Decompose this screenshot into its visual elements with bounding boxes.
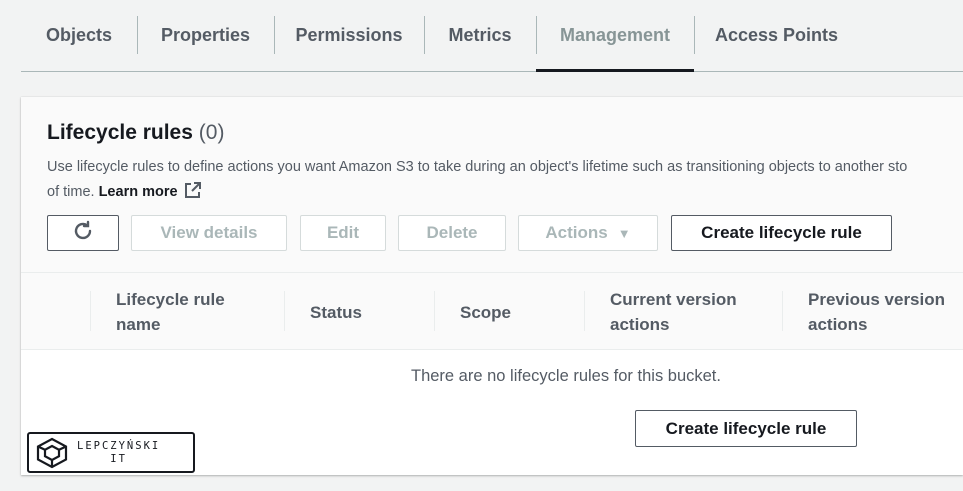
column-divider xyxy=(584,291,585,331)
column-divider xyxy=(90,291,91,331)
tab-label: Access Points xyxy=(714,25,839,45)
description-text: of time. xyxy=(47,184,95,200)
column-header-previous-version-actions[interactable]: Previous version actions xyxy=(808,273,963,351)
create-label: Create lifecycle rule xyxy=(665,418,827,438)
column-label: Previous version xyxy=(808,290,946,309)
description-line-1: Use lifecycle rules to define actions yo… xyxy=(47,159,908,175)
watermark-text: LEPCZYŃSKI IT xyxy=(77,440,160,466)
tab-access-points[interactable]: Access Points xyxy=(694,0,859,71)
column-divider xyxy=(782,291,783,331)
tab-objects[interactable]: Objects xyxy=(21,0,137,71)
tab-bar: Objects Properties Permissions Metrics M… xyxy=(21,0,963,72)
create-lifecycle-rule-button[interactable]: Create lifecycle rule xyxy=(671,215,892,251)
watermark-logo: LEPCZYŃSKI IT xyxy=(27,432,195,473)
view-details-label: View details xyxy=(160,223,258,242)
delete-label: Delete xyxy=(426,223,478,242)
actions-dropdown[interactable]: Actions ▼ xyxy=(518,215,658,251)
column-divider xyxy=(434,291,435,331)
column-label: Scope xyxy=(460,302,512,322)
column-divider xyxy=(284,291,285,331)
watermark-line-2: IT xyxy=(110,452,127,465)
external-link-icon xyxy=(184,182,201,208)
tab-label: Permissions xyxy=(295,25,403,45)
actions-label: Actions xyxy=(545,223,608,242)
empty-state-message: There are no lifecycle rules for this bu… xyxy=(411,367,721,385)
empty-state-create-button[interactable]: Create lifecycle rule xyxy=(635,410,857,447)
view-details-button[interactable]: View details xyxy=(131,215,287,251)
cube-logo-icon xyxy=(36,437,68,468)
tab-label: Objects xyxy=(45,25,113,45)
column-label: actions xyxy=(610,315,670,334)
tab-label: Metrics xyxy=(448,25,512,45)
tab-label: Management xyxy=(559,25,671,45)
column-label: Status xyxy=(310,302,362,322)
column-header-status[interactable]: Status xyxy=(310,273,430,351)
table-header: Lifecycle rule name Status Scope Current … xyxy=(21,272,963,350)
panel-description: Use lifecycle rules to define actions yo… xyxy=(47,155,963,208)
column-header-current-version-actions[interactable]: Current version actions xyxy=(610,273,780,351)
tab-label: Properties xyxy=(160,25,251,45)
tab-metrics[interactable]: Metrics xyxy=(424,0,536,71)
refresh-icon xyxy=(72,220,94,247)
description-line-2: of time. Learn more xyxy=(47,180,963,208)
column-label: Current version xyxy=(610,290,737,309)
column-header-rule-name[interactable]: Lifecycle rule name xyxy=(116,273,286,351)
column-label: name xyxy=(116,315,161,334)
tab-permissions[interactable]: Permissions xyxy=(274,0,424,71)
panel-title-text: Lifecycle rules xyxy=(47,121,193,144)
create-label: Create lifecycle rule xyxy=(701,223,862,242)
learn-more-label: Learn more xyxy=(98,184,178,200)
tab-properties[interactable]: Properties xyxy=(137,0,274,71)
column-label: actions xyxy=(808,315,868,334)
learn-more-link[interactable]: Learn more xyxy=(98,182,201,200)
column-header-scope[interactable]: Scope xyxy=(460,273,580,351)
lifecycle-rules-panel: Lifecycle rules (0) Use lifecycle rules … xyxy=(21,97,963,475)
column-label: Lifecycle rule xyxy=(116,290,225,309)
panel-header: Lifecycle rules (0) Use lifecycle rules … xyxy=(21,97,963,272)
tab-management[interactable]: Management xyxy=(536,0,694,72)
delete-button[interactable]: Delete xyxy=(398,215,506,251)
panel-title: Lifecycle rules (0) xyxy=(47,121,224,145)
caret-down-icon: ▼ xyxy=(617,225,631,241)
rule-count: (0) xyxy=(198,121,225,144)
watermark-line-1: LEPCZYŃSKI xyxy=(77,439,161,452)
edit-label: Edit xyxy=(326,223,360,242)
refresh-button[interactable] xyxy=(47,215,119,251)
edit-button[interactable]: Edit xyxy=(300,215,386,251)
